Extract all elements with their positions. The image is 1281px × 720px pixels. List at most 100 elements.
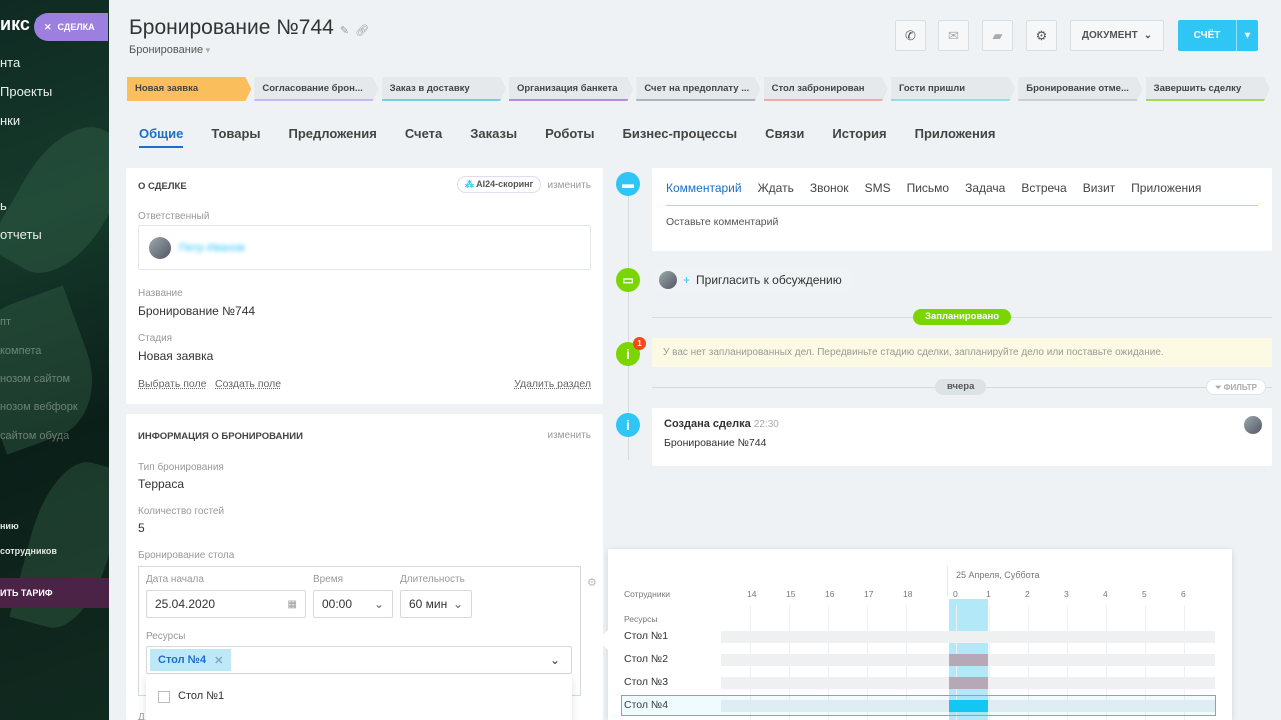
duration-select[interactable]: 60 мин ⌄: [400, 590, 472, 618]
tab-7[interactable]: Бизнес-процессы: [623, 126, 738, 148]
name-label: Название: [138, 288, 183, 299]
mail-icon[interactable]: ✉: [938, 20, 969, 51]
stage-2[interactable]: Согласование брон...: [254, 77, 378, 101]
sidebar-item-reports[interactable]: отчеты: [0, 227, 42, 242]
planned-badge: Запланировано: [913, 309, 1012, 325]
deal-pill-button[interactable]: ✕ СДЕЛКА: [34, 13, 108, 41]
close-icon[interactable]: ✕: [214, 654, 223, 667]
tab-4[interactable]: Счета: [405, 126, 442, 148]
activity-tab-1[interactable]: Комментарий: [666, 181, 742, 195]
category-selector[interactable]: Бронирование: [129, 44, 210, 56]
time-select[interactable]: 00:00 ⌄: [313, 590, 393, 618]
tab-1[interactable]: Общие: [139, 126, 184, 148]
calendar-icon[interactable]: ▦: [288, 599, 297, 610]
left-sidebar: икс 2 ✕СДЕЛКА нта Проекты нки ь отчеты п…: [0, 0, 109, 720]
activity-tab-7[interactable]: Встреча: [1021, 181, 1066, 195]
sidebar-item-6[interactable]: нию: [0, 521, 19, 531]
sidebar-item-employees[interactable]: сотрудников: [0, 546, 57, 556]
invite-discussion-button[interactable]: + Пригласить к обсуждению: [653, 267, 854, 293]
start-date-input[interactable]: 25.04.2020 ▦: [146, 590, 306, 618]
dropdown-option[interactable]: Стол №1: [178, 690, 224, 702]
tab-2[interactable]: Товары: [211, 126, 260, 148]
sidebar-item-dim-4[interactable]: нозом вебфорк: [0, 401, 78, 413]
sidebar-item-dim-5[interactable]: сайтом обуда: [0, 430, 69, 442]
yesterday-badge: вчера: [935, 379, 987, 395]
booking-card-title: ИНФОРМАЦИЯ О БРОНИРОВАНИИ: [138, 431, 303, 442]
stage-4[interactable]: Организация банкета: [509, 77, 633, 101]
activity-tab-9[interactable]: Приложения: [1131, 181, 1201, 195]
chevron-down-icon: ⌄: [373, 597, 384, 611]
stage-3[interactable]: Заказ в доставку: [382, 77, 506, 101]
create-field-link[interactable]: Создать поле: [215, 378, 281, 390]
sidebar-item-projects[interactable]: Проекты: [0, 84, 52, 99]
stage-6[interactable]: Стол забронирован: [764, 77, 888, 101]
choose-field-link[interactable]: Выбрать поле: [138, 378, 206, 390]
name-value: Бронирование №744: [138, 304, 256, 318]
resources-label: Ресурсы: [624, 614, 658, 624]
resource-tag[interactable]: Стол №4 ✕: [150, 649, 232, 671]
chevron-down-icon[interactable]: ▾: [1236, 20, 1258, 51]
phone-icon[interactable]: ✆: [895, 20, 926, 51]
checkbox[interactable]: [158, 691, 170, 703]
resources-select[interactable]: Стол №4 ✕ ⌄: [146, 646, 572, 674]
filter-button[interactable]: ⏷ ФИЛЬТР: [1206, 379, 1266, 395]
sidebar-item-dim-2[interactable]: компета: [0, 345, 41, 357]
ai-scoring-badge[interactable]: ⁂ AI24-скоринг: [457, 176, 542, 193]
activity-tab-5[interactable]: Письмо: [907, 181, 950, 195]
delete-section-link[interactable]: Удалить раздел: [514, 378, 591, 390]
chat-icon[interactable]: ▰: [982, 20, 1013, 51]
deal-edit-link[interactable]: изменить: [547, 180, 591, 191]
time-label: Время: [313, 574, 344, 585]
booking-block[interactable]: [949, 677, 988, 689]
tab-3[interactable]: Предложения: [289, 126, 377, 148]
guests-label: Количество гостей: [138, 506, 225, 517]
sidebar-item-1[interactable]: нта: [0, 55, 20, 70]
invoice-button[interactable]: СЧЁТ ▾: [1178, 20, 1258, 51]
hour-label: 4: [1103, 589, 1108, 599]
tab-9[interactable]: История: [832, 126, 886, 148]
activity-tab-2[interactable]: Ждать: [758, 181, 794, 195]
sidebar-item-dim-1[interactable]: пт: [0, 316, 11, 328]
comment-input[interactable]: Оставьте комментарий: [666, 216, 778, 228]
responsible-name[interactable]: Петр Иванов: [179, 242, 245, 254]
resource-row-label[interactable]: Стол №2: [624, 653, 668, 665]
sidebar-item-4[interactable]: ь: [0, 198, 7, 213]
stage-label: Стадия: [138, 333, 173, 344]
gear-icon[interactable]: ⚙: [587, 576, 597, 589]
document-button[interactable]: ДОКУМЕНТ ⌄: [1070, 20, 1164, 51]
activity-tab-4[interactable]: SMS: [865, 181, 891, 195]
activity-tab-3[interactable]: Звонок: [810, 181, 849, 195]
chevron-down-icon[interactable]: ⌄: [550, 653, 560, 667]
responsible-field[interactable]: Петр Иванов: [138, 225, 591, 270]
close-icon[interactable]: ✕: [44, 22, 52, 33]
booking-block[interactable]: [949, 654, 988, 666]
tab-5[interactable]: Заказы: [470, 126, 517, 148]
page-title: Бронирование №744 ✎ 🔗︎: [129, 16, 370, 39]
resource-row-label[interactable]: Стол №1: [624, 630, 668, 642]
link-icon[interactable]: 🔗︎: [355, 25, 369, 37]
tab-6[interactable]: Роботы: [545, 126, 594, 148]
tab-10[interactable]: Приложения: [915, 126, 996, 148]
avatar: [1244, 416, 1262, 434]
activity-tab-6[interactable]: Задача: [965, 181, 1005, 195]
stage-5[interactable]: Счет на предоплату ...: [636, 77, 760, 101]
resource-row-track[interactable]: [721, 631, 1215, 643]
stage-9[interactable]: Завершить сделку: [1146, 77, 1270, 101]
created-deal-entry: Создана сделка 22:30 Бронирование №744: [652, 408, 1272, 466]
sidebar-item-dim-3[interactable]: нозом сайтом: [0, 373, 70, 385]
hour-label: 18: [903, 589, 913, 599]
avatar: [149, 237, 171, 259]
tariff-button[interactable]: ИТЬ ТАРИФ: [0, 578, 109, 608]
pencil-icon[interactable]: ✎: [340, 25, 349, 37]
stage-8[interactable]: Бронирование отме...: [1018, 77, 1142, 101]
resource-row-label[interactable]: Стол №3: [624, 676, 668, 688]
activity-tab-8[interactable]: Визит: [1083, 181, 1115, 195]
booking-edit-link[interactable]: изменить: [547, 430, 591, 441]
stage-7[interactable]: Гости пришли: [891, 77, 1015, 101]
sidebar-item-3[interactable]: нки: [0, 113, 20, 128]
gear-icon[interactable]: ⚙: [1026, 20, 1057, 51]
stage-1[interactable]: Новая заявка: [127, 77, 251, 101]
tab-8[interactable]: Связи: [765, 126, 804, 148]
created-text[interactable]: Бронирование №744: [664, 437, 766, 449]
hour-label: 2: [1025, 589, 1030, 599]
